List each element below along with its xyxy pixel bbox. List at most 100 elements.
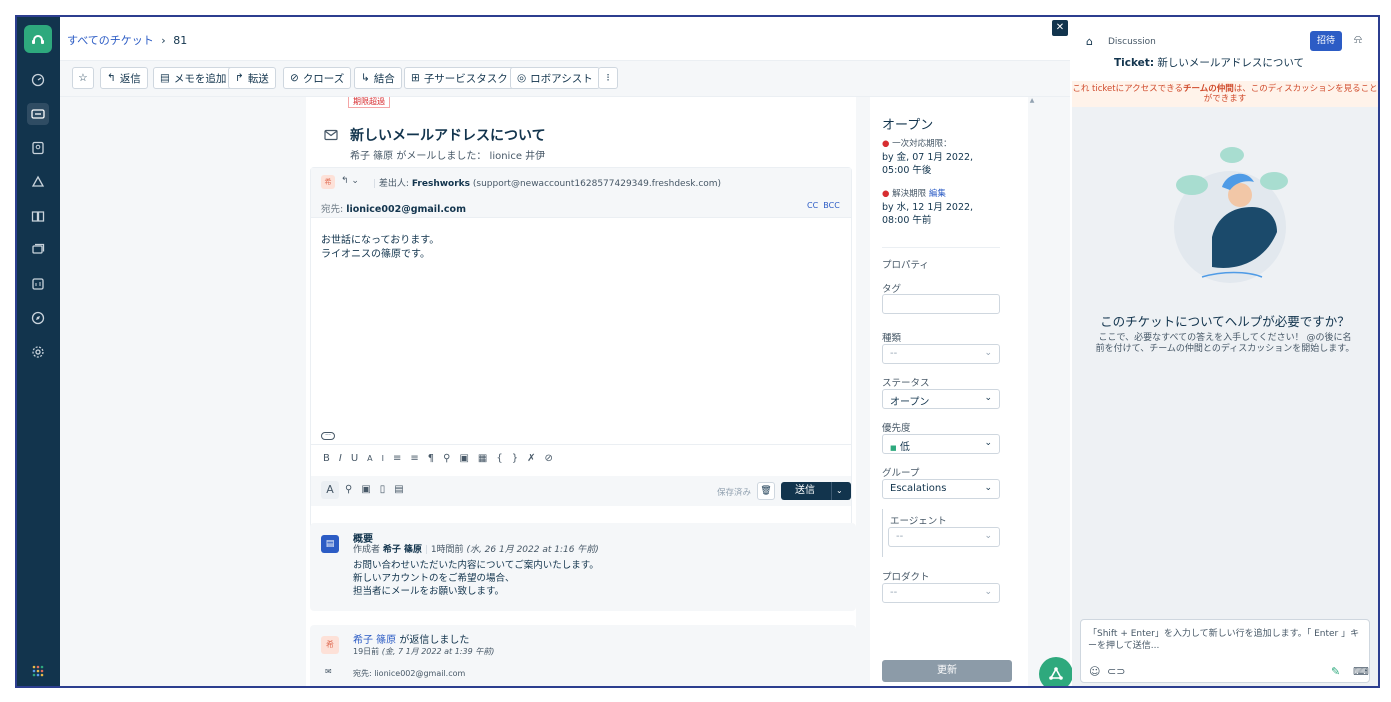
chevron-down-icon: ⌄ xyxy=(984,393,992,403)
reports-icon[interactable] xyxy=(27,273,49,295)
forward-button[interactable]: ↱ 転送 xyxy=(228,67,276,89)
send-button[interactable]: 送信 ⌄ xyxy=(781,482,851,500)
add-note-button[interactable]: ▤ メモを追加 xyxy=(153,67,234,89)
close-ticket-button[interactable]: ⊘ クローズ xyxy=(283,67,352,89)
to-value: lionice002@gmail.com xyxy=(346,204,466,215)
resolution-label: ● 解決期限 編集 xyxy=(882,187,946,199)
avatar: 希 xyxy=(321,175,335,189)
keyboard-icon[interactable]: ⌨ xyxy=(1353,665,1369,678)
group-value: Escalations xyxy=(890,483,947,494)
note-icon: ▤ xyxy=(321,535,339,553)
overdue-dot-icon: ● xyxy=(882,139,890,149)
merge-button[interactable]: ↳ 結合 xyxy=(354,67,402,89)
social-icon[interactable] xyxy=(27,171,49,193)
message-input[interactable]: 「Shift + Enter」を入力して新しい行を追加します。「 Enter 」… xyxy=(1080,619,1370,683)
settings-icon[interactable] xyxy=(27,341,49,363)
help-line-1: ここで、必要なすべての答えを入手してください！ @の後に名 xyxy=(1098,333,1352,343)
attachment-icon[interactable]: ⊂⊃ xyxy=(1107,665,1125,678)
reply-entry-author[interactable]: 希子 篠原 xyxy=(353,635,396,646)
text-format-icon[interactable]: A xyxy=(321,481,339,499)
chevron-down-icon: ⌄ xyxy=(984,587,992,597)
cc-link[interactable]: CC xyxy=(807,201,818,210)
top-bar: すべてのチケット › 81 xyxy=(60,17,1070,61)
chevron-down-icon: ⌄ xyxy=(984,483,992,493)
reply-type-dropdown[interactable]: ↰ ⌄ xyxy=(341,176,359,186)
reply-entry-time: 19日前 (金, 7 1月 2022 at 1:39 午前) xyxy=(353,646,494,657)
edit-due-link[interactable]: 編集 xyxy=(929,189,946,199)
font-size-icon[interactable]: AI xyxy=(367,454,393,463)
scrollbar[interactable]: ▲ xyxy=(1028,97,1036,686)
divider xyxy=(311,444,851,445)
delete-draft-icon[interactable]: 🗑 xyxy=(757,482,775,500)
kb-icon[interactable]: ▯ xyxy=(380,484,395,495)
dashboard-icon[interactable] xyxy=(27,69,49,91)
bcc-link[interactable]: BCC xyxy=(823,201,840,210)
summary-author: 希子 篠原 xyxy=(382,545,423,555)
reply-body[interactable]: お世話になっております。 ライオニスの篠原です。 xyxy=(321,234,439,262)
show-quoted-icon[interactable]: ··· xyxy=(321,432,335,440)
first-response-label: ● 一次対応期限： xyxy=(882,137,952,149)
attach-icon[interactable]: ⚲ xyxy=(345,484,361,495)
notification-bell-icon[interactable]: ⍾ xyxy=(1354,32,1362,47)
editor-actions[interactable]: ⚲▣▯▤ xyxy=(345,484,413,495)
from-line[interactable]: | 差出人: Freshworks (support@newaccount162… xyxy=(373,176,721,189)
agent-select[interactable]: -- ⌄ xyxy=(888,527,1000,547)
priority-select[interactable]: ■ 低 ⌄ xyxy=(882,434,1000,454)
close-label: クローズ xyxy=(302,72,345,85)
breadcrumb-all-tickets[interactable]: すべてのチケット xyxy=(67,34,154,47)
home-icon[interactable]: ⌂ xyxy=(1086,35,1093,48)
template-icon[interactable]: ▤ xyxy=(394,484,412,495)
close-discussion-button[interactable]: ✕ xyxy=(1052,20,1068,36)
merge-icon: ↳ xyxy=(361,72,370,84)
add-note-label: メモを追加 xyxy=(173,72,227,85)
priority-label: 優先度 xyxy=(882,423,911,434)
chevron-down-icon: ⌄ xyxy=(984,531,992,541)
tickets-icon[interactable] xyxy=(27,103,49,125)
child-task-button[interactable]: ⊞ 子サービスタスク xyxy=(404,67,515,89)
update-button[interactable]: 更新 xyxy=(882,660,1012,682)
product-select[interactable]: -- ⌄ xyxy=(882,583,1000,603)
canned-icon[interactable]: ▣ xyxy=(361,484,379,495)
tag-input[interactable] xyxy=(882,294,1000,314)
robo-assist-button[interactable]: ◎ ロボアシスト xyxy=(510,67,600,89)
first-response-text: 一次対応期限： xyxy=(892,139,952,149)
breadcrumb: すべてのチケット › 81 xyxy=(67,32,187,48)
discussion-ticket-title: 新しいメールアドレスについて xyxy=(1157,57,1305,69)
draw-icon[interactable]: ✎ xyxy=(1331,665,1340,678)
freddy-bot-button[interactable] xyxy=(1039,657,1073,686)
agent-value: -- xyxy=(896,531,904,542)
to-line[interactable]: 宛先: lionice002@gmail.com xyxy=(321,201,466,215)
first-response-value: by 金, 07 1月 2022, 05:00 午後 xyxy=(882,152,974,176)
group-select[interactable]: Escalations ⌄ xyxy=(882,479,1000,499)
breadcrumb-separator: › xyxy=(161,34,166,47)
summary-body: お問い合わせいただいた内容についてご案内いたします。 新しいアカウントのをご希望… xyxy=(353,559,599,598)
summary-note: ▤ 概要 作成者 希子 篠原 | 1時間前 (水, 26 1月 2022 at … xyxy=(310,523,856,611)
emoji-icon[interactable]: ☺ xyxy=(1089,665,1100,678)
freshdesk-logo[interactable] xyxy=(24,25,52,53)
send-options-chevron-icon[interactable]: ⌄ xyxy=(836,482,843,500)
formatting-toolbar[interactable]: BIUAI≡≡¶⚲▣▦{}✗⊘ xyxy=(323,453,562,464)
discussion-label: Discussion xyxy=(1108,37,1156,47)
contacts-icon[interactable] xyxy=(27,137,49,159)
explore-icon[interactable] xyxy=(27,307,49,329)
summary-time-detail: (水, 26 1月 2022 at 1:16 午前) xyxy=(466,545,599,555)
type-select[interactable]: -- ⌄ xyxy=(882,344,1000,364)
summary-time: 1時間前 xyxy=(430,545,464,555)
email-icon xyxy=(324,129,338,144)
overdue-badge: 期限超過 xyxy=(348,97,390,108)
reply-entry: 希 希子 篠原 が返信しました 19日前 (金, 7 1月 2022 at 1:… xyxy=(310,625,856,686)
reply-label: 返信 xyxy=(119,72,141,85)
more-button[interactable]: ⁝ xyxy=(598,67,618,89)
knowledge-base-icon[interactable] xyxy=(27,205,49,227)
status-select[interactable]: オープン ⌄ xyxy=(882,389,1000,409)
from-name: Freshworks xyxy=(411,179,471,189)
invite-button[interactable]: 招待 xyxy=(1310,31,1342,51)
reply-entry-time-detail: (金, 7 1月 2022 at 1:39 午前) xyxy=(381,647,495,656)
apps-grid-icon[interactable] xyxy=(27,660,49,682)
agent-indent-line xyxy=(882,509,883,557)
child-task-label: 子サービスタスク xyxy=(423,72,508,85)
reply-button[interactable]: ↰ 返信 xyxy=(100,67,148,89)
priority-value: 低 xyxy=(899,442,910,453)
star-button[interactable]: ☆ xyxy=(72,67,94,89)
discussions-icon[interactable] xyxy=(27,239,49,261)
